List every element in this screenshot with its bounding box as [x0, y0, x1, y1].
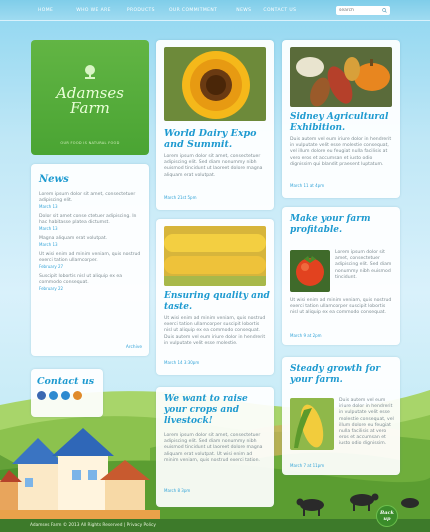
- card-body: Duis autem vel eum iriure dolor in hendr…: [290, 137, 392, 167]
- brand-tagline: OUR FOOD IS NATURAL FOOD: [60, 141, 120, 145]
- corn-photo: [164, 226, 266, 286]
- card-title[interactable]: We want to raise your crops and livestoc…: [164, 394, 248, 427]
- twitter-icon[interactable]: [61, 391, 70, 400]
- article-card-growth: Steady growth for your farm. Duis autem …: [282, 357, 400, 475]
- footer-copyright: Adamses Farm © 2013 All Rights Reserved …: [30, 523, 156, 528]
- nav-news[interactable]: NEWS: [236, 8, 251, 13]
- article-card-quality: Ensuring quality and taste. Ut wisi enim…: [156, 219, 274, 375]
- search-input[interactable]: [339, 8, 379, 13]
- article-card-crops: We want to raise your crops and livestoc…: [156, 387, 274, 507]
- nav-products[interactable]: PRODUCTS: [127, 8, 155, 13]
- tree-logo-icon: [85, 65, 95, 79]
- archive-link[interactable]: Archive: [126, 345, 142, 350]
- corn-cob-photo: [290, 398, 334, 450]
- news-item[interactable]: Magna aliquam erat volutpat. March 13: [39, 236, 143, 248]
- nav-home[interactable]: HOME: [38, 8, 53, 13]
- search-icon[interactable]: [382, 8, 387, 13]
- news-item[interactable]: Suscipit lobortis nisl ut aliquip ex ea …: [39, 274, 143, 292]
- back-up-button[interactable]: Back up: [376, 505, 398, 527]
- article-card-profitable: Make your farm profitable. Lorem ipsum d…: [282, 207, 400, 345]
- search-box: [336, 6, 390, 15]
- card-title[interactable]: World Dairy Expo and Summit.: [164, 128, 257, 150]
- card-body: Lorem ipsum dolor sit amet, consectetuer…: [164, 433, 263, 463]
- card-title[interactable]: Sidney Agricultural Exhibition.: [290, 112, 388, 134]
- footer: Adamses Farm © 2013 All Rights Reserved …: [0, 519, 430, 532]
- brand-logo-card[interactable]: Adamses Farm OUR FOOD IS NATURAL FOOD: [31, 40, 149, 155]
- card-date: March 7 at 11pm: [290, 463, 325, 468]
- vegetables-photo: [290, 47, 392, 107]
- news-panel: News Lorem ipsum dolor sit amet, consect…: [31, 164, 149, 356]
- tomato-photo: [290, 250, 330, 292]
- facebook-icon[interactable]: [37, 391, 46, 400]
- card-date: March 11 at 4pm: [290, 183, 325, 188]
- nav-contact-us[interactable]: CONTACT US: [263, 8, 296, 13]
- news-item[interactable]: Lorem ipsum dolor sit amet, consectetuer…: [39, 192, 143, 210]
- card-title[interactable]: Make your farm profitable.: [290, 214, 371, 236]
- sunflower-photo: [164, 47, 266, 121]
- card-body: Ut wisi enim ad minim veniam, quis nostr…: [164, 316, 266, 346]
- main-menu: HOME WHO WE ARE PRODUCTS OUR COMMITMENT …: [38, 8, 296, 13]
- card-date: March 14 3:30pm: [164, 360, 200, 365]
- nav-who-we-are[interactable]: WHO WE ARE: [76, 8, 111, 13]
- card-date: March 21st 5pm: [164, 195, 197, 200]
- card-body: Lorem ipsum dolor sit amet, consectetuer…: [164, 154, 263, 178]
- news-item[interactable]: Dolor sit amet conse ctetuer adipiscing.…: [39, 214, 143, 232]
- google-plus-icon[interactable]: [49, 391, 58, 400]
- news-list: Lorem ipsum dolor sit amet, consectetuer…: [39, 192, 143, 296]
- contact-title: Contact us: [37, 376, 95, 387]
- brand-name: Adamses Farm: [56, 84, 124, 117]
- event-card-dairy-expo: World Dairy Expo and Summit. Lorem ipsum…: [156, 40, 274, 210]
- news-item[interactable]: Ut wisi enim ad minim veniam, quis nostr…: [39, 252, 143, 270]
- social-links: [37, 391, 82, 400]
- card-date: March 9 at 2pm: [290, 333, 322, 338]
- card-title[interactable]: Steady growth for your farm.: [290, 364, 380, 386]
- card-title[interactable]: Ensuring quality and taste.: [164, 291, 270, 313]
- contact-panel: Contact us: [31, 369, 103, 417]
- card-date: March 8 3pm: [164, 488, 191, 493]
- news-title: News: [39, 174, 69, 185]
- top-navigation-bar: HOME WHO WE ARE PRODUCTS OUR COMMITMENT …: [0, 0, 430, 21]
- nav-our-commitment[interactable]: OUR COMMITMENT: [169, 8, 217, 13]
- card-side-text: Lorem ipsum dolor sit amet, consectetuer…: [335, 250, 392, 280]
- card-side-text: Duis autem vel eum iriure dolor in hendr…: [339, 398, 394, 447]
- event-card-sidney: Sidney Agricultural Exhibition. Duis aut…: [282, 40, 400, 198]
- card-body: Ut wisi enim ad minim veniam, quis nostr…: [290, 298, 392, 316]
- rss-icon[interactable]: [73, 391, 82, 400]
